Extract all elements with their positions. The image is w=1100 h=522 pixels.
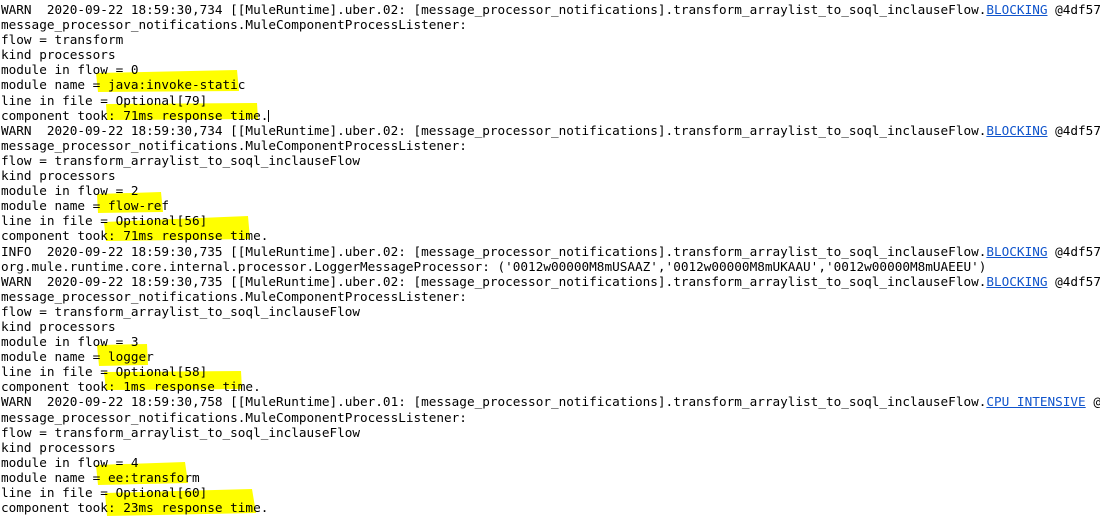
log-console[interactable]: WARN 2020-09-22 18:59:30,734 [[MuleRunti…: [0, 0, 1100, 522]
log-line-list: WARN 2020-09-22 18:59:30,734 [[MuleRunti…: [0, 0, 1100, 515]
log-text: @4df57dc5] [process: [1055, 2, 1100, 17]
log-line[interactable]: message_processor_notifications.MuleComp…: [0, 138, 1100, 153]
log-text: line in file = Optional[56]: [1, 213, 208, 229]
log-line[interactable]: line in file = Optional[79]: [0, 93, 1100, 108]
log-text: line in file = Optional[60]: [1, 485, 208, 500]
log-line[interactable]: line in file = Optional[56]: [0, 213, 1100, 228]
log-line[interactable]: kind processors: [0, 440, 1100, 455]
log-line[interactable]: WARN 2020-09-22 18:59:30,734 [[MuleRunti…: [0, 2, 1100, 17]
log-line[interactable]: flow = transform_arraylist_to_soql_incla…: [0, 304, 1100, 319]
log-line[interactable]: message_processor_notifications.MuleComp…: [0, 289, 1100, 304]
log-line[interactable]: flow = transform: [0, 32, 1100, 47]
log-text: module name = logger: [1, 349, 154, 365]
log-text: kind processors: [1, 168, 116, 184]
log-line[interactable]: INFO 2020-09-22 18:59:30,735 [[MuleRunti…: [0, 244, 1100, 259]
processing-strategy-link[interactable]: CPU INTENSIVE: [986, 394, 1085, 409]
log-text: INFO 2020-09-22 18:59:30,735 [[MuleRunti…: [1, 243, 987, 259]
log-line[interactable]: WARN 2020-09-22 18:59:30,735 [[MuleRunti…: [0, 274, 1100, 289]
log-text: module name = ee:transform: [1, 469, 200, 485]
log-line[interactable]: flow = transform_arraylist_to_soql_incla…: [0, 425, 1100, 440]
log-text: message_processor_notifications.MuleComp…: [1, 17, 467, 33]
log-text: line in file = Optional[58]: [1, 364, 208, 380]
log-text: org.mule.runtime.core.internal.processor…: [1, 258, 987, 274]
log-text: WARN 2020-09-22 18:59:30,758 [[MuleRunti…: [1, 394, 987, 410]
processing-strategy-link[interactable]: BLOCKING: [986, 244, 1047, 259]
log-text: @4c5c5d38] [pr: [1086, 394, 1100, 409]
log-line[interactable]: component took: 23ms response time.: [0, 500, 1100, 515]
log-text: @4df57dc5] [process: [1055, 122, 1100, 138]
log-line[interactable]: component took: 1ms response time.: [0, 379, 1100, 394]
log-line[interactable]: module in flow = 3: [0, 334, 1100, 349]
log-line[interactable]: flow = transform_arraylist_to_soql_incla…: [0, 153, 1100, 168]
log-text: module in flow = 4: [1, 454, 139, 470]
log-line[interactable]: module name = ee:transform: [0, 470, 1100, 485]
log-line[interactable]: component took: 71ms response time.: [0, 108, 1100, 123]
log-text: @4df57dc5] [process: [1055, 243, 1100, 259]
log-text: flow = transform_arraylist_to_soql_incla…: [1, 303, 361, 319]
log-text: message_processor_notifications.MuleComp…: [1, 409, 467, 425]
processing-strategy-link[interactable]: BLOCKING: [986, 2, 1047, 17]
log-line[interactable]: message_processor_notifications.MuleComp…: [0, 17, 1100, 32]
log-line[interactable]: kind processors: [0, 47, 1100, 62]
log-text: line in file = Optional[79]: [1, 92, 208, 108]
log-text: flow = transform_arraylist_to_soql_incla…: [1, 424, 361, 440]
log-text: module in flow = 2: [1, 183, 139, 199]
log-text: module in flow = 3: [1, 334, 139, 350]
log-text: module name = flow-ref: [1, 198, 170, 214]
log-line[interactable]: module in flow = 0: [0, 62, 1100, 77]
log-line[interactable]: kind processors: [0, 168, 1100, 183]
log-line[interactable]: module name = flow-ref: [0, 198, 1100, 213]
log-line[interactable]: WARN 2020-09-22 18:59:30,734 [[MuleRunti…: [0, 123, 1100, 138]
log-line[interactable]: line in file = Optional[58]: [0, 364, 1100, 379]
log-line[interactable]: module name = logger: [0, 349, 1100, 364]
log-text: WARN 2020-09-22 18:59:30,734 [[MuleRunti…: [1, 2, 987, 17]
log-text: component took: 71ms response time.: [1, 107, 269, 123]
log-line[interactable]: component took: 71ms response time.: [0, 228, 1100, 243]
log-text: component took: 23ms response time.: [1, 500, 269, 516]
log-text: flow = transform_arraylist_to_soql_incla…: [1, 152, 361, 168]
text-cursor-caret: [268, 109, 270, 122]
log-line[interactable]: kind processors: [0, 319, 1100, 334]
log-text: kind processors: [1, 318, 116, 334]
log-line[interactable]: module in flow = 4: [0, 455, 1100, 470]
log-line[interactable]: module in flow = 2: [0, 183, 1100, 198]
log-text: flow = transform: [1, 32, 124, 48]
log-text: WARN 2020-09-22 18:59:30,734 [[MuleRunti…: [1, 122, 987, 138]
log-line[interactable]: line in file = Optional[60]: [0, 485, 1100, 500]
log-text: kind processors: [1, 47, 116, 63]
processing-strategy-link[interactable]: BLOCKING: [986, 274, 1047, 289]
log-text: WARN 2020-09-22 18:59:30,735 [[MuleRunti…: [1, 273, 987, 289]
log-text: module in flow = 0: [1, 62, 139, 78]
log-line[interactable]: WARN 2020-09-22 18:59:30,758 [[MuleRunti…: [0, 394, 1100, 409]
processing-strategy-link[interactable]: BLOCKING: [986, 123, 1047, 138]
log-text: message_processor_notifications.MuleComp…: [1, 137, 467, 153]
log-line[interactable]: org.mule.runtime.core.internal.processor…: [0, 259, 1100, 274]
log-text: component took: 1ms response time.: [1, 379, 261, 395]
log-line[interactable]: message_processor_notifications.MuleComp…: [0, 410, 1100, 425]
log-line[interactable]: module name = java:invoke-static: [0, 77, 1100, 92]
log-text: module name = java:invoke-static: [1, 77, 246, 93]
log-text: component took: 71ms response time.: [1, 228, 269, 244]
log-text: @4df57dc5] [process: [1055, 273, 1100, 289]
log-text: message_processor_notifications.MuleComp…: [1, 288, 467, 304]
log-text: kind processors: [1, 439, 116, 455]
